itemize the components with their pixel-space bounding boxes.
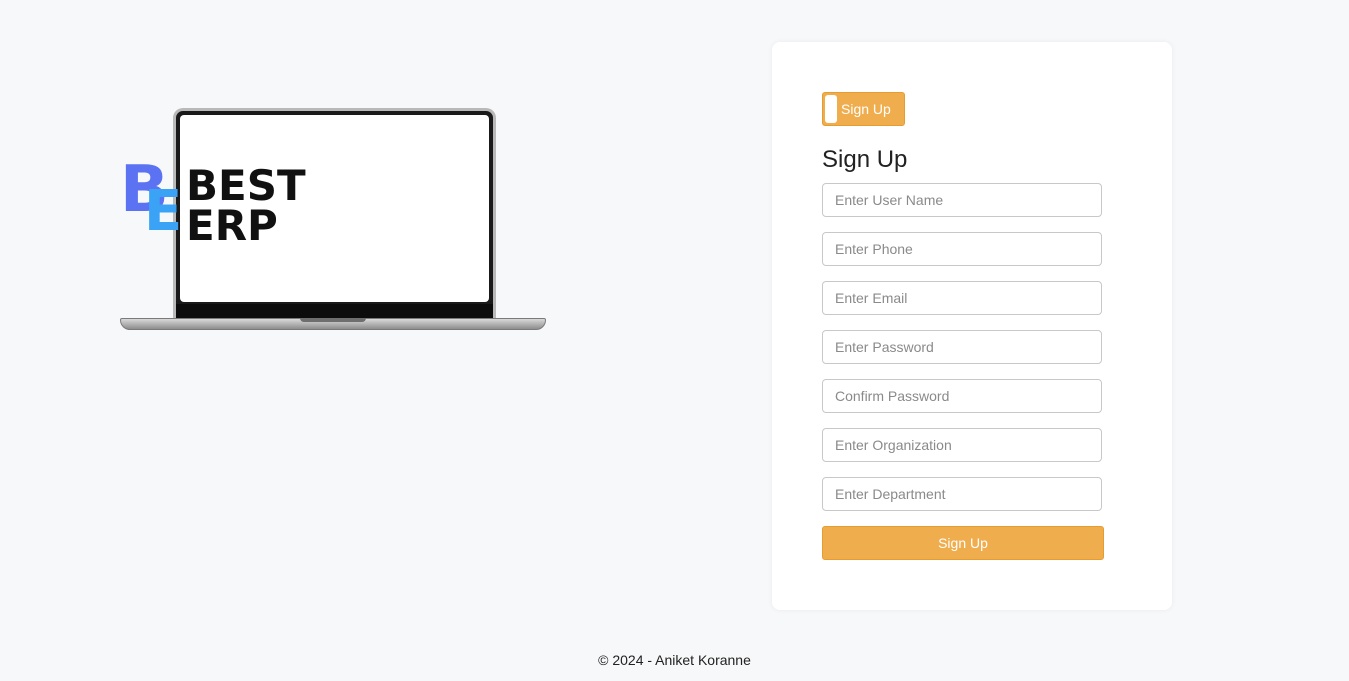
toggle-knob bbox=[825, 95, 837, 123]
signup-toggle-button[interactable]: Sign Up bbox=[822, 92, 905, 126]
department-input[interactable] bbox=[822, 477, 1102, 511]
logo-line-1: BEST bbox=[186, 161, 306, 210]
footer-copyright: © 2024 - Aniket Koranne bbox=[598, 652, 751, 668]
email-input[interactable] bbox=[822, 281, 1102, 315]
logo-letter-e: E bbox=[144, 179, 183, 244]
confirm-password-input[interactable] bbox=[822, 379, 1102, 413]
laptop-notch bbox=[300, 318, 366, 322]
laptop-bezel bbox=[176, 304, 493, 319]
logo-line-2: ERP bbox=[186, 201, 278, 250]
phone-input[interactable] bbox=[822, 232, 1102, 266]
page-title: Sign Up bbox=[822, 146, 908, 173]
page: B E BEST ERP Sign Up Sign Up Sign Up © 2… bbox=[0, 0, 1349, 681]
password-input[interactable] bbox=[822, 330, 1102, 364]
organization-input[interactable] bbox=[822, 428, 1102, 462]
best-erp-logo: B E BEST ERP bbox=[120, 158, 320, 248]
logo-text: BEST ERP bbox=[186, 161, 306, 250]
signup-submit-button[interactable]: Sign Up bbox=[822, 526, 1104, 560]
username-input[interactable] bbox=[822, 183, 1102, 217]
toggle-label: Sign Up bbox=[841, 101, 891, 117]
signup-card: Sign Up Sign Up Sign Up bbox=[772, 42, 1172, 610]
